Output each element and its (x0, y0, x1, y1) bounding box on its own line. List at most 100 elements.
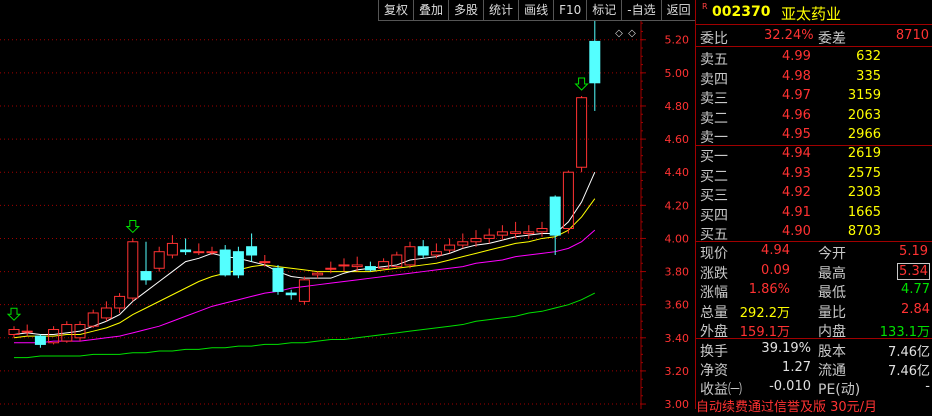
sell-row[interactable]: 卖三 4.97 3159 (696, 86, 932, 107)
sell-volume: 632 (856, 49, 881, 64)
y-tick-label: 4.20 (665, 199, 690, 212)
stat-value: 1.27 (782, 360, 811, 375)
footer-banner[interactable]: 自动续费通过信誉及版 30元/月 (696, 396, 932, 416)
candle-body (496, 231, 508, 236)
weibi-row: 委比 32.24% 委差 8710 (696, 26, 932, 47)
weicha-label: 委差 (818, 31, 846, 47)
stat-row[interactable]: 换手 39.19% 股本 7.46亿 (696, 339, 932, 360)
buy-price: 4.90 (782, 224, 811, 239)
down-arrow-icon (125, 219, 141, 234)
buy-row[interactable]: 买四 4.91 1665 (696, 203, 932, 224)
stat-value: - (925, 379, 930, 394)
candle-body (100, 307, 112, 319)
sell-row[interactable]: 卖五 4.99 632 (696, 47, 932, 68)
quote-panel: R 002370 亚太药业 委比 32.24% 委差 8710 卖五 4.99 63… (695, 0, 932, 415)
candle-body (430, 251, 442, 256)
candle-body (140, 271, 152, 281)
candle-body (312, 272, 324, 276)
candle-body (483, 234, 495, 239)
weibi-label: 委比 (700, 31, 728, 47)
candle-body (536, 228, 548, 233)
diamond-icon: ◇ (628, 28, 636, 39)
buy-row[interactable]: 买五 4.90 8703 (696, 222, 932, 243)
toolbar-button-6[interactable]: 标记 (586, 0, 622, 21)
weibi-value: 32.24% (764, 28, 814, 43)
toolbar-button-4[interactable]: 画线 (518, 0, 554, 21)
quote-value: 2.84 (901, 301, 930, 317)
buy-volume: 1665 (847, 204, 881, 220)
ma-long-line (14, 229, 596, 344)
buy-volume: 2619 (847, 146, 881, 161)
r-marker: R (702, 2, 708, 11)
candle-body (298, 279, 310, 302)
down-arrow-icon (574, 77, 589, 91)
quote-value: 4.77 (901, 282, 930, 297)
candle-body (166, 242, 178, 256)
candle-body (285, 292, 297, 296)
candle-body (562, 171, 574, 230)
candle-body (87, 312, 99, 327)
stock-code[interactable]: 002370 (712, 4, 770, 20)
quote-row[interactable]: 涨跌 0.09 最高 5.34 (696, 261, 932, 282)
candle-body (576, 97, 588, 168)
quote-row[interactable]: 现价 4.94 今开 5.19 (696, 241, 932, 262)
sell-row[interactable]: 卖四 4.98 335 (696, 67, 932, 88)
sell-row[interactable]: 卖二 4.96 2063 (696, 106, 932, 127)
y-tick-label: 3.00 (665, 398, 690, 409)
sell-volume: 2966 (847, 127, 881, 142)
candle-body (21, 330, 33, 333)
candle-body (219, 249, 231, 276)
y-tick-label: 4.80 (665, 100, 690, 113)
sell-price: 4.98 (782, 68, 811, 84)
quote-row[interactable]: 涨幅 1.86% 最低 4.77 (696, 280, 932, 301)
candle-body (589, 40, 601, 84)
sell-price: 4.97 (782, 88, 811, 103)
quote-row[interactable]: 总量 292.2万 量比 2.84 (696, 300, 932, 321)
kline-chart-area[interactable]: 5.20 5.00 4.80 4.60 4.40 4.20 4.00 3.80 3.60 3.40… (0, 0, 695, 411)
buy-row[interactable]: 买一 4.94 2619 (696, 144, 932, 165)
toolbar-button-1[interactable]: 叠加 (413, 0, 449, 21)
quote-row[interactable]: 外盘 159.1万 内盘 133.1万 (696, 319, 932, 340)
down-arrow-icon (6, 307, 22, 321)
y-tick-label: 3.20 (665, 365, 690, 378)
y-tick-label: 3.80 (665, 266, 690, 279)
divider (696, 24, 932, 25)
candle-body (364, 266, 376, 271)
buy-volume: 2575 (847, 165, 881, 181)
buy-volume: 2303 (847, 185, 881, 200)
quote-value: 4.94 (761, 243, 790, 258)
quote-value: 1.86% (748, 282, 790, 297)
kline-chart[interactable]: 5.20 5.00 4.80 4.60 4.40 4.20 4.00 3.80 3.60 3.40… (0, 0, 695, 411)
toolbar-button-5[interactable]: F10 (553, 0, 587, 21)
sell-volume: 2063 (847, 107, 881, 123)
candle-body (34, 335, 46, 345)
y-tick-label: 5.20 (665, 34, 690, 47)
candle-body (417, 246, 429, 256)
buy-row[interactable]: 买二 4.93 2575 (696, 164, 932, 185)
candle-body (510, 231, 522, 234)
buy-price: 4.92 (782, 185, 811, 200)
buy-volume: 8703 (847, 224, 881, 239)
sell-row[interactable]: 卖一 4.95 2966 (696, 125, 932, 146)
candle-body (338, 264, 350, 267)
sell-volume: 3159 (847, 88, 881, 103)
toolbar-button-7[interactable]: -自选 (621, 0, 661, 21)
y-tick-label: 4.40 (665, 166, 690, 179)
candle-body (470, 237, 482, 243)
candle-body (351, 264, 363, 268)
stat-row[interactable]: 净资 1.27 流通 7.46亿 (696, 358, 932, 379)
toolbar-button-3[interactable]: 统计 (483, 0, 519, 21)
candle-body (272, 267, 284, 292)
toolbar-button-0[interactable]: 复权 (378, 0, 414, 21)
candle-body (180, 249, 192, 253)
buy-price: 4.93 (782, 165, 811, 181)
buy-row[interactable]: 买三 4.92 2303 (696, 183, 932, 204)
toolbar-button-8[interactable]: 返回 (660, 0, 696, 21)
candle-body (193, 251, 205, 254)
stat-row[interactable]: 收益㈠ -0.010 PE(动) - (696, 377, 932, 398)
toolbar-button-2[interactable]: 多股 (448, 0, 484, 21)
y-tick-label: 5.00 (665, 67, 690, 80)
stock-name[interactable]: 亚太药业 (781, 3, 841, 24)
y-tick-label: 4.60 (665, 133, 690, 146)
candle-body (232, 251, 244, 276)
